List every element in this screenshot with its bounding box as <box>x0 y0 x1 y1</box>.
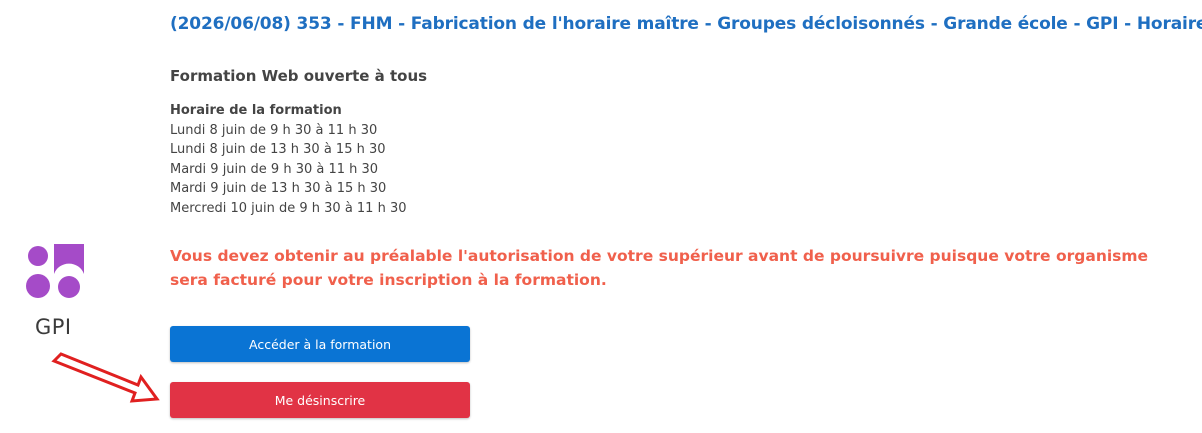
session-item: Lundi 8 juin de 13 h 30 à 15 h 30 <box>170 142 386 158</box>
red-arrow-icon <box>51 352 160 403</box>
gpi-logo-icon <box>26 244 84 298</box>
course-format: Formation Web ouverte à tous <box>170 67 428 85</box>
gpi-logo <box>24 242 88 304</box>
session-item: Mercredi 10 juin de 9 h 30 à 11 h 30 <box>170 200 407 216</box>
unsubscribe-button[interactable]: Me désinscrire <box>170 382 470 418</box>
schedule-section: Horaire de la formation Lundi 8 juin de … <box>170 101 407 219</box>
authorization-warning: Vous devez obtenir au préalable l'autori… <box>170 247 1149 289</box>
access-course-button[interactable]: Accéder à la formation <box>170 326 470 362</box>
schedule-heading: Horaire de la formation <box>170 103 342 118</box>
schedule-list: Lundi 8 juin de 9 h 30 à 11 h 30 Lundi 8… <box>170 121 407 219</box>
session-item: Mardi 9 juin de 13 h 30 à 15 h 30 <box>170 181 387 197</box>
course-title: (2026/06/08) 353 - FHM - Fabrication de … <box>170 14 1202 34</box>
logo-label: GPI <box>35 315 72 339</box>
session-item: Mardi 9 juin de 9 h 30 à 11 h 30 <box>170 161 379 177</box>
session-item: Lundi 8 juin de 9 h 30 à 11 h 30 <box>170 122 378 138</box>
